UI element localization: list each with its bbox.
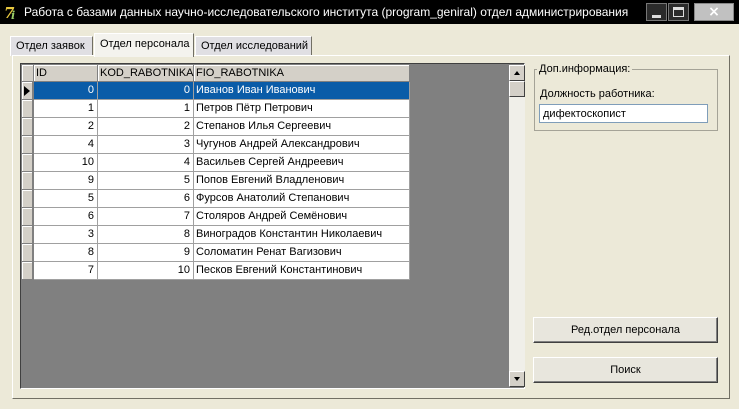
column-header-kod[interactable]: KOD_RABOTNIKA — [98, 65, 194, 82]
arrow-down-icon — [514, 377, 520, 381]
cell-fio[interactable]: Попов Евгений Владленович — [194, 172, 410, 190]
client-area: Отдел заявок Отдел персонала Отдел иссле… — [4, 24, 735, 405]
tab-personnel[interactable]: Отдел персонала — [94, 33, 194, 57]
cell-kod[interactable]: 0 — [98, 82, 194, 100]
position-field[interactable] — [539, 104, 708, 123]
maximize-button[interactable] — [668, 3, 689, 21]
cell-fio[interactable]: Виноградов Константин Николаевич — [194, 226, 410, 244]
close-button[interactable]: × — [694, 3, 734, 21]
personnel-grid[interactable]: ID KOD_RABOTNIKA FIO_RABOTNIKA 0 0 Иванов … — [20, 63, 525, 389]
cell-kod[interactable]: 5 — [98, 172, 194, 190]
cell-kod[interactable]: 7 — [98, 208, 194, 226]
arrow-up-icon — [514, 71, 520, 75]
cell-fio[interactable]: Соломатин Ренат Вагизович — [194, 244, 410, 262]
column-header-fio[interactable]: FIO_RABOTNIKA — [194, 65, 410, 82]
cell-id[interactable]: 10 — [34, 154, 98, 172]
svg-text:i: i — [11, 9, 15, 21]
cell-kod[interactable]: 10 — [98, 262, 194, 280]
cell-kod[interactable]: 1 — [98, 100, 194, 118]
window-title: Работа с базами данных научно-исследоват… — [24, 5, 629, 19]
maximize-icon — [673, 7, 684, 17]
close-icon: × — [708, 4, 720, 20]
search-button[interactable]: Поиск — [533, 357, 718, 383]
scroll-thumb[interactable] — [509, 81, 525, 97]
tab-requests[interactable]: Отдел заявок — [10, 36, 93, 56]
scroll-down-button[interactable] — [509, 371, 525, 387]
row-indicator[interactable] — [22, 154, 33, 172]
cell-kod[interactable]: 4 — [98, 154, 194, 172]
row-indicator[interactable] — [22, 172, 33, 190]
cell-fio[interactable]: Фурсов Анатолий Степанович — [194, 190, 410, 208]
cell-id[interactable]: 6 — [34, 208, 98, 226]
cell-kod[interactable]: 8 — [98, 226, 194, 244]
cell-id[interactable]: 8 — [34, 244, 98, 262]
additional-info-title: Доп.информация: — [537, 63, 633, 75]
row-indicator[interactable] — [22, 208, 33, 226]
cell-fio[interactable]: Чугунов Андрей Александрович — [194, 136, 410, 154]
cell-id[interactable]: 2 — [34, 118, 98, 136]
cell-fio[interactable]: Песков Евгений Константинович — [194, 262, 410, 280]
grid-body: ID KOD_RABOTNIKA FIO_RABOTNIKA 0 0 Иванов … — [22, 65, 506, 387]
scroll-up-button[interactable] — [509, 65, 525, 81]
edit-personnel-button[interactable]: Ред.отдел персонала — [533, 317, 718, 343]
cell-fio[interactable]: Петров Пётр Петрович — [194, 100, 410, 118]
row-indicator[interactable] — [22, 100, 33, 118]
row-indicator[interactable] — [22, 82, 33, 100]
cell-id[interactable]: 3 — [34, 226, 98, 244]
row-indicator[interactable] — [22, 226, 33, 244]
minimize-icon — [652, 15, 661, 18]
tab-research[interactable]: Отдел исследований — [195, 36, 312, 56]
cell-id[interactable]: 5 — [34, 190, 98, 208]
row-indicator[interactable] — [22, 244, 33, 262]
header-indicator — [22, 65, 34, 82]
app-icon: 7 i — [3, 3, 21, 21]
row-indicator[interactable] — [22, 136, 33, 154]
cell-kod[interactable]: 2 — [98, 118, 194, 136]
cell-id[interactable]: 4 — [34, 136, 98, 154]
row-indicator[interactable] — [22, 262, 33, 280]
cell-fio[interactable]: Столяров Андрей Семёнович — [194, 208, 410, 226]
cell-id[interactable]: 0 — [34, 82, 98, 100]
cell-kod[interactable]: 9 — [98, 244, 194, 262]
cell-id[interactable]: 1 — [34, 100, 98, 118]
row-indicator[interactable] — [22, 190, 33, 208]
title-bar[interactable]: 7 i Работа с базами данных научно-исслед… — [0, 0, 739, 24]
position-label: Должность работника: — [540, 88, 655, 100]
grid-vertical-scrollbar[interactable] — [509, 65, 525, 387]
cell-fio[interactable]: Степанов Илья Сергеевич — [194, 118, 410, 136]
cell-fio[interactable]: Иванов Иван Иванович — [194, 82, 410, 100]
minimize-button[interactable] — [646, 3, 667, 21]
cell-kod[interactable]: 3 — [98, 136, 194, 154]
main-window: 7 i Работа с базами данных научно-исслед… — [0, 0, 739, 409]
current-row-arrow-icon — [24, 86, 30, 96]
cell-kod[interactable]: 6 — [98, 190, 194, 208]
column-header-id[interactable]: ID — [34, 65, 98, 82]
cell-id[interactable]: 7 — [34, 262, 98, 280]
row-indicator[interactable] — [22, 118, 33, 136]
cell-id[interactable]: 9 — [34, 172, 98, 190]
cell-fio[interactable]: Васильев Сергей Андреевич — [194, 154, 410, 172]
